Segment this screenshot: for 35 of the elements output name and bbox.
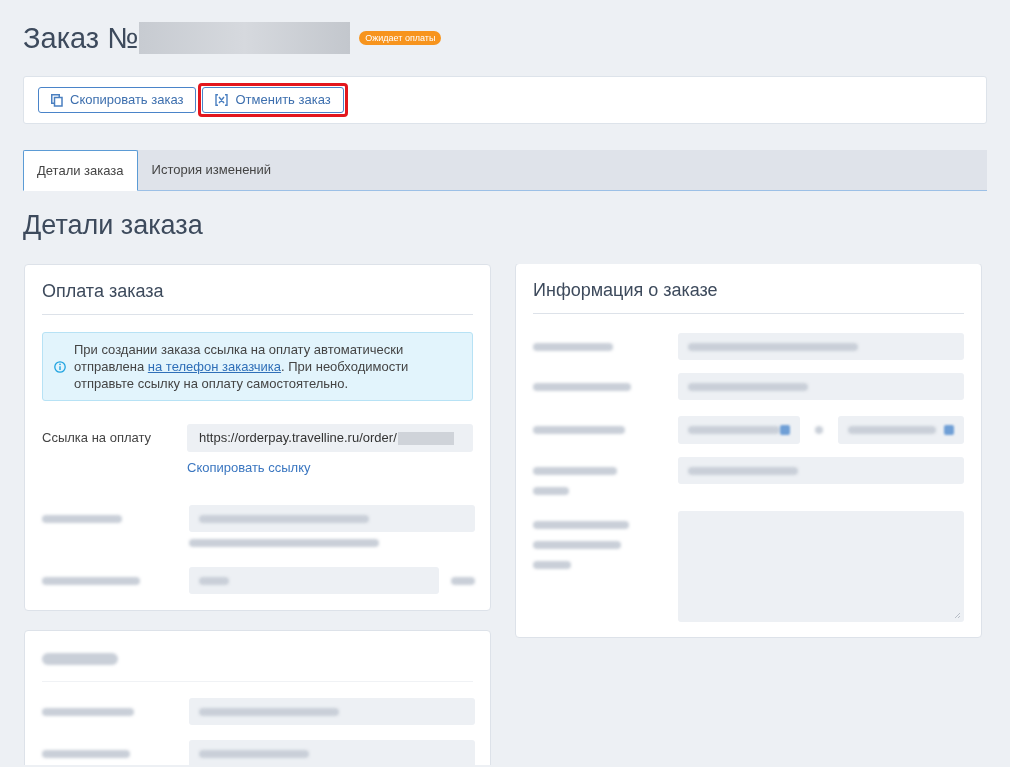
blurred-text [451,576,475,585]
input-field[interactable] [189,505,475,532]
resize-grip-icon [954,612,961,619]
text-area[interactable] [678,511,964,622]
calendar-icon [780,425,790,435]
input-field[interactable] [678,373,964,400]
info-icon [54,360,66,373]
input-field[interactable] [189,698,475,725]
tab[interactable]: Детали заказа [23,150,138,191]
blurred-text [199,576,229,585]
input-field[interactable] [189,740,475,765]
card-title: Оплата заказа [42,265,473,315]
blurred-text [533,561,571,569]
input-field[interactable] [678,416,800,444]
url-field[interactable]: https://orderpay.travelline.ru/order/ [187,424,473,452]
redacted-block [397,431,454,445]
calendar-icon [944,425,954,435]
section-heading: Детали заказа [23,209,204,242]
blurred-text [533,487,569,495]
input-field[interactable] [838,416,964,444]
bracket-x-icon [215,94,229,106]
copy-icon [51,93,63,107]
field-label: Ссылка на оплату [42,429,153,446]
status-badge: Ожидает оплаты [359,31,442,45]
card-title: Информация о заказе [533,264,964,314]
copy-link[interactable]: Скопировать ссылку [187,460,311,476]
input-field[interactable] [678,457,964,484]
order-title: Заказ № [23,21,139,55]
copy-order-button[interactable]: Скопировать заказ [38,87,197,113]
blurred-text [815,426,823,434]
input-field[interactable] [189,567,439,594]
cancel-order-button[interactable]: Отменить заказ [202,87,344,113]
tab[interactable]: История изменений [137,150,286,190]
info-message: При создании заказа ссылка на оплату автоматически отправлена на телефон заказчика. При необходимости отправьте ссылку на оплату самостоятельно. [74,341,410,392]
input-field[interactable] [678,333,964,360]
